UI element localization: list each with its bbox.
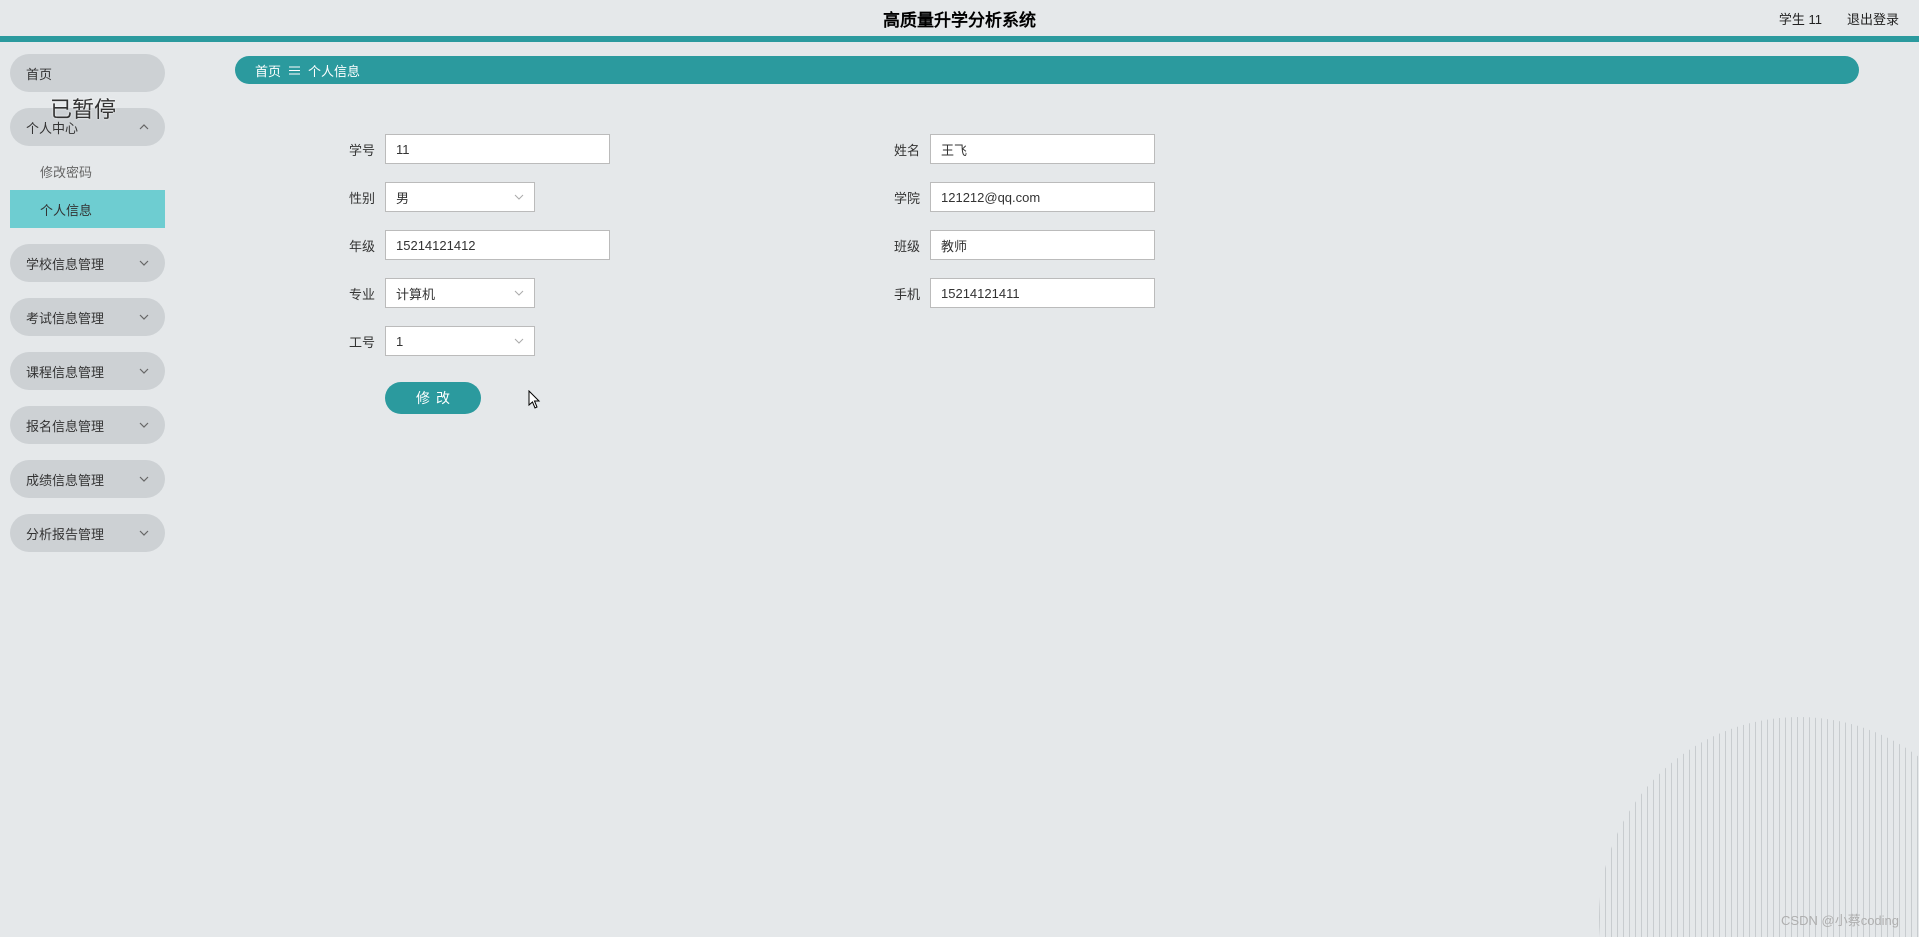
chevron-down-icon (139, 312, 149, 322)
sidebar-item-label: 首页 (26, 64, 52, 83)
sidebar-item-personal[interactable]: 个人中心 (10, 108, 165, 146)
chevron-down-icon (514, 335, 524, 347)
chevron-up-icon (139, 122, 149, 132)
sidebar-item-analysis[interactable]: 分析报告管理 (10, 514, 165, 552)
form-row-gender: 性别 男 (335, 182, 610, 212)
top-header: 高质量升学分析系统 学生 11 退出登录 (0, 0, 1919, 42)
chevron-down-icon (139, 258, 149, 268)
form-label: 专业 (335, 284, 375, 303)
phone-input[interactable] (930, 278, 1155, 308)
form-row-student-id: 学号 (335, 134, 610, 164)
sidebar-item-label: 课程信息管理 (26, 362, 104, 381)
sidebar-item-course[interactable]: 课程信息管理 (10, 352, 165, 390)
header-right: 学生 11 退出登录 (1779, 9, 1899, 28)
employee-id-select[interactable]: 1 (385, 326, 535, 356)
sidebar-item-label: 报名信息管理 (26, 416, 104, 435)
form-row-class: 班级 (880, 230, 1155, 260)
select-value: 1 (396, 334, 403, 349)
select-value: 男 (396, 188, 409, 207)
sidebar-item-label: 成绩信息管理 (26, 470, 104, 489)
name-input[interactable] (930, 134, 1155, 164)
sub-nav-label: 个人信息 (40, 200, 92, 219)
form-label: 工号 (335, 332, 375, 351)
main-area: 已暂停 首页 个人中心 修改密码 个人信息 学校信息管理 考试信息管理 (0, 42, 1919, 931)
sub-nav-label: 修改密码 (40, 162, 92, 181)
form-row-grade: 年级 (335, 230, 610, 260)
app-title: 高质量升学分析系统 (883, 6, 1036, 31)
chevron-down-icon (514, 191, 524, 203)
form-area: 学号 性别 男 年级 专业 (235, 134, 1859, 414)
chevron-down-icon (139, 366, 149, 376)
sidebar-item-label: 分析报告管理 (26, 524, 104, 543)
form-label: 姓名 (880, 140, 920, 159)
gender-select[interactable]: 男 (385, 182, 535, 212)
chevron-down-icon (139, 528, 149, 538)
chevron-down-icon (139, 474, 149, 484)
major-select[interactable]: 计算机 (385, 278, 535, 308)
sidebar-item-label: 个人中心 (26, 118, 78, 137)
form-row-major: 专业 计算机 (335, 278, 610, 308)
sidebar-item-school[interactable]: 学校信息管理 (10, 244, 165, 282)
sidebar-item-register[interactable]: 报名信息管理 (10, 406, 165, 444)
form-row-employee-id: 工号 1 (335, 326, 610, 356)
sidebar-item-label: 学校信息管理 (26, 254, 104, 273)
sub-nav: 修改密码 个人信息 (10, 152, 165, 228)
breadcrumb: 首页 个人信息 (235, 56, 1859, 84)
form-row-phone: 手机 (880, 278, 1155, 308)
content: 首页 个人信息 学号 性别 男 (175, 42, 1919, 931)
submit-button[interactable]: 修改 (385, 382, 481, 414)
sidebar-item-home[interactable]: 首页 (10, 54, 165, 92)
user-label[interactable]: 学生 11 (1779, 9, 1822, 28)
form-row-name: 姓名 (880, 134, 1155, 164)
form-label: 年级 (335, 236, 375, 255)
logout-link[interactable]: 退出登录 (1847, 9, 1899, 28)
sidebar-item-label: 考试信息管理 (26, 308, 104, 327)
form-row-college: 学院 (880, 182, 1155, 212)
sidebar-item-exam[interactable]: 考试信息管理 (10, 298, 165, 336)
breadcrumb-home[interactable]: 首页 (255, 61, 281, 80)
sub-nav-change-password[interactable]: 修改密码 (10, 152, 165, 190)
form-label: 班级 (880, 236, 920, 255)
form-label: 学号 (335, 140, 375, 159)
chevron-down-icon (514, 287, 524, 299)
chevron-down-icon (139, 420, 149, 430)
grade-input[interactable] (385, 230, 610, 260)
class-input[interactable] (930, 230, 1155, 260)
form-label: 手机 (880, 284, 920, 303)
breadcrumb-current: 个人信息 (308, 61, 360, 80)
menu-icon (289, 66, 300, 75)
form-label: 学院 (880, 188, 920, 207)
form-label: 性别 (335, 188, 375, 207)
form-column-right: 姓名 学院 班级 手机 (880, 134, 1155, 414)
college-input[interactable] (930, 182, 1155, 212)
sidebar-item-grades[interactable]: 成绩信息管理 (10, 460, 165, 498)
student-id-input[interactable] (385, 134, 610, 164)
form-column-left: 学号 性别 男 年级 专业 (335, 134, 610, 414)
select-value: 计算机 (396, 284, 435, 303)
sub-nav-personal-info[interactable]: 个人信息 (10, 190, 165, 228)
watermark: CSDN @小蔡coding (1781, 910, 1899, 929)
sidebar: 已暂停 首页 个人中心 修改密码 个人信息 学校信息管理 考试信息管理 (0, 42, 175, 931)
